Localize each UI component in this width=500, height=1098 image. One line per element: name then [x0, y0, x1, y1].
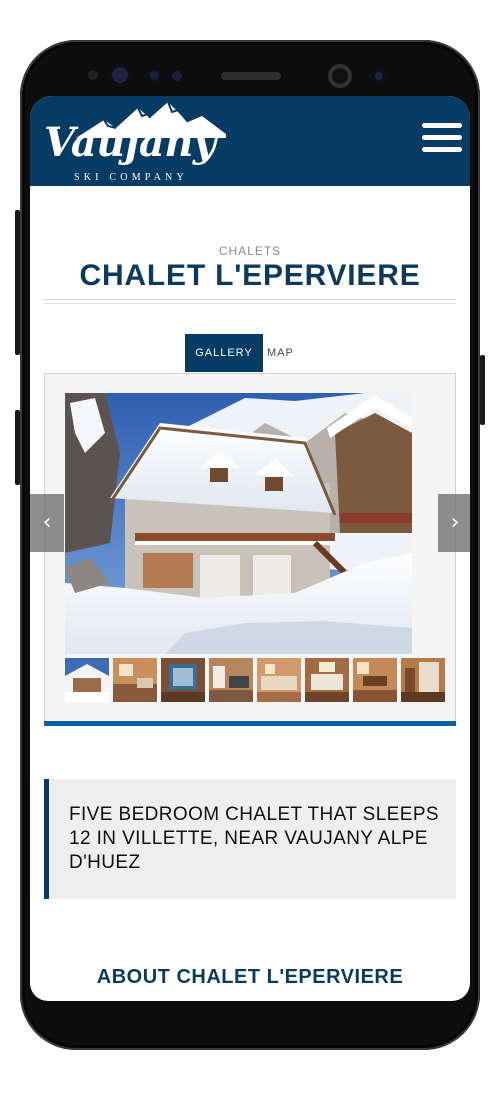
brand-logo[interactable]: Vaujany SKI COMPANY — [44, 102, 226, 184]
page-kicker: CHALETS — [218, 244, 282, 258]
tab-map[interactable]: MAP — [267, 334, 317, 372]
phone-screen: Vaujany SKI COMPANY CHALETS CHALET L'EPE… — [30, 96, 470, 1001]
page-title: CHALET L'EPERVIERE — [79, 259, 421, 292]
gallery-thumbnail[interactable] — [161, 658, 205, 702]
chalet-summary: FIVE BEDROOM CHALET THAT SLEEPS 12 IN VI… — [69, 804, 439, 873]
gallery-thumbnail[interactable] — [257, 658, 301, 702]
secondary-sensor — [372, 69, 386, 83]
main-gallery-photo[interactable] — [65, 393, 412, 654]
gallery-thumbnail[interactable] — [353, 658, 397, 702]
gallery-thumbnail[interactable] — [113, 658, 157, 702]
chevron-right-icon[interactable]: › — [438, 494, 470, 552]
gallery-accent-bar — [44, 721, 456, 726]
photo-gallery — [44, 373, 456, 725]
light-sensor — [172, 71, 182, 81]
title-divider — [44, 299, 456, 300]
iris-scanner-icon — [109, 64, 131, 86]
gallery-thumbnail[interactable] — [65, 658, 109, 702]
gallery-thumbnail[interactable] — [401, 658, 445, 702]
chevron-left-icon[interactable]: ‹ — [30, 494, 64, 552]
hamburger-menu-icon[interactable] — [422, 123, 462, 155]
logo-subtitle: SKI COMPANY — [74, 172, 188, 183]
logo-wordmark: Vaujany — [44, 119, 216, 166]
gallery-thumbnail[interactable] — [209, 658, 253, 702]
tab-gallery[interactable]: GALLERY — [185, 334, 263, 372]
description-callout: FIVE BEDROOM CHALET THAT SLEEPS 12 IN VI… — [44, 779, 456, 899]
title-divider-secondary — [44, 303, 456, 304]
earpiece-speaker — [221, 72, 281, 80]
site-header: Vaujany SKI COMPANY — [30, 96, 470, 186]
chalet-photo-image — [65, 393, 412, 654]
gallery-thumbnail[interactable] — [305, 658, 349, 702]
thumbnail-strip — [65, 658, 447, 702]
sensor-dot — [88, 70, 98, 80]
proximity-sensor — [148, 69, 161, 82]
about-heading: ABOUT CHALET L'EPERVIERE — [96, 966, 404, 988]
power-button — [480, 355, 485, 425]
front-camera-icon — [328, 64, 352, 88]
